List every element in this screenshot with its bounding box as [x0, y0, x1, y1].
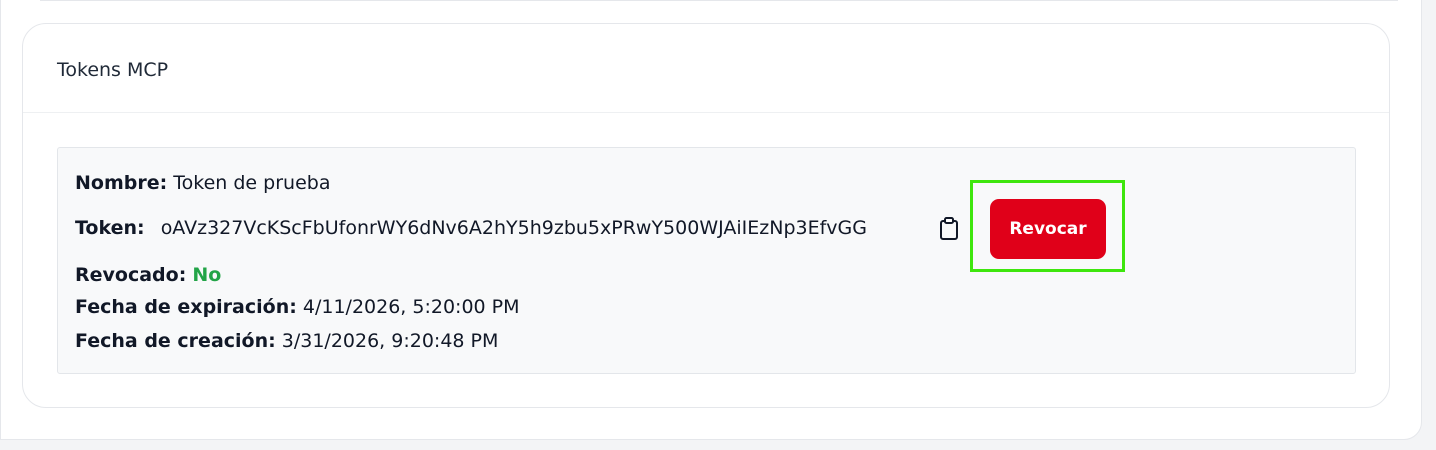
token-name-label: Nombre:	[75, 172, 168, 194]
token-value: oAVz327VcKScFbUfonrWY6dNv6A2hY5h9zbu5xPR…	[160, 217, 867, 239]
expiration-value: 4/11/2026, 5:20:00 PM	[302, 296, 520, 318]
revoked-label: Revocado:	[75, 264, 187, 286]
top-divider	[40, 0, 1398, 1]
token-item: Nombre: Token de prueba Token: oAVz327Vc…	[57, 147, 1356, 374]
revoke-highlight: Revocar	[970, 180, 1125, 272]
expiration-row: Fecha de expiración: 4/11/2026, 5:20:00 …	[75, 295, 520, 319]
revoke-button[interactable]: Revocar	[990, 199, 1106, 259]
creation-value: 3/31/2026, 9:20:48 PM	[281, 330, 499, 352]
mcp-tokens-card: Tokens MCP Nombre: Token de prueba Token…	[22, 23, 1390, 408]
token-name-row: Nombre: Token de prueba	[75, 171, 330, 195]
clipboard-icon	[940, 217, 958, 240]
revoked-row: Revocado: No	[75, 263, 221, 287]
card-title: Tokens MCP	[57, 59, 169, 81]
creation-label: Fecha de creación:	[75, 330, 276, 352]
creation-row: Fecha de creación: 3/31/2026, 9:20:48 PM	[75, 329, 498, 353]
token-name-value: Token de prueba	[173, 172, 331, 194]
copy-token-button[interactable]	[938, 216, 960, 242]
card-header: Tokens MCP	[23, 24, 1389, 113]
token-value-row: Token: oAVz327VcKScFbUfonrWY6dNv6A2hY5h9…	[75, 216, 867, 240]
expiration-label: Fecha de expiración:	[75, 296, 297, 318]
token-label: Token:	[75, 217, 145, 239]
revoked-status: No	[192, 264, 222, 286]
